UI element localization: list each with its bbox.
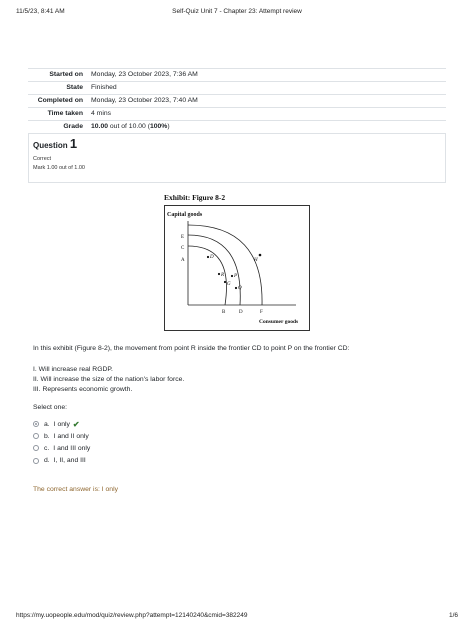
point-q-marker <box>234 286 238 290</box>
summary-row-completed: Completed on Monday, 23 October 2023, 7:… <box>28 95 446 108</box>
correct-check-icon: ✔ <box>72 419 80 429</box>
summary-value: Monday, 23 October 2023, 7:40 AM <box>91 97 198 104</box>
summary-row-state: State Finished <box>28 82 446 95</box>
y-axis-label: Capital goods <box>167 212 203 218</box>
statements-list: I. Will increase real RGDP. II. Will inc… <box>33 365 184 395</box>
print-footer: https://my.uopeople.edu/mod/quiz/review.… <box>16 612 458 624</box>
print-url: https://my.uopeople.edu/mod/quiz/review.… <box>16 612 248 619</box>
select-one-prompt: Select one: <box>33 404 68 411</box>
exhibit-figure: Exhibit: Figure 8-2 Capital goods Consum… <box>164 193 310 331</box>
statement-item: I. Will increase real RGDP. <box>33 366 113 373</box>
grade-close: ) <box>167 123 170 130</box>
grade-percent: 100% <box>149 123 168 130</box>
point-label-h: H <box>253 258 258 263</box>
option-c[interactable]: c. I and III only <box>33 442 90 454</box>
question-prefix: Question <box>33 141 70 150</box>
correct-answer-feedback: The correct answer is: I only <box>33 486 118 493</box>
option-letter: a. <box>44 420 50 428</box>
tick-d: D <box>239 310 243 315</box>
radio-button-b[interactable] <box>33 433 39 440</box>
tick-a: A <box>181 258 185 263</box>
tick-e: E <box>181 235 184 240</box>
figure-title: Exhibit: Figure 8-2 <box>164 193 226 202</box>
summary-label: Completed on <box>37 97 83 104</box>
option-text: I only <box>53 420 70 428</box>
question-mark: Mark 1.00 out of 1.00 <box>33 165 85 171</box>
frontier-cd <box>187 234 241 306</box>
print-page-number: 1/6 <box>448 612 458 619</box>
summary-grade-value: 10.00 out of 10.00 (100%) <box>88 121 446 133</box>
summary-value: Finished <box>91 84 117 91</box>
radio-button-c[interactable] <box>33 445 39 452</box>
option-b[interactable]: b. I and II only <box>33 430 90 442</box>
print-header: Self-Quiz Unit 7 - Chapter 23: Attempt r… <box>16 8 458 20</box>
option-a[interactable]: a. I only ✔ <box>33 418 90 430</box>
answer-options: a. I only ✔ b. I and II only c. I and II… <box>33 418 90 467</box>
option-text: I, II, and III <box>53 457 86 465</box>
attempt-summary-table: Started on Monday, 23 October 2023, 7:36… <box>28 68 446 134</box>
option-text: I and II only <box>53 432 89 440</box>
point-r-marker <box>217 272 221 276</box>
summary-label: Grade <box>63 123 83 130</box>
ppf-diagram: Capital goods Consumer goods E C A B D F… <box>164 205 310 331</box>
tick-b: B <box>222 310 226 315</box>
summary-row-started: Started on Monday, 23 October 2023, 7:36… <box>28 69 446 82</box>
option-letter: c. <box>44 444 50 452</box>
statement-item: II. Will increase the size of the nation… <box>33 376 185 383</box>
x-axis-label: Consumer goods <box>259 319 298 325</box>
print-page-title: Self-Quiz Unit 7 - Chapter 23: Attempt r… <box>172 8 302 15</box>
point-label-q: Q <box>238 286 242 291</box>
frontier-ef <box>187 224 263 306</box>
question-title: Question 1 <box>33 136 441 152</box>
point-label-r: R <box>220 273 224 278</box>
point-a-marker <box>206 255 210 259</box>
question-text: In this exhibit (Figure 8-2), the moveme… <box>33 345 350 352</box>
grade-rest: out of 10.00 ( <box>108 123 150 130</box>
point-g-marker <box>223 280 227 284</box>
option-d[interactable]: d. I, II, and III <box>33 455 90 467</box>
summary-label: State <box>66 84 83 91</box>
tick-f: F <box>260 310 263 315</box>
point-label-p: P <box>233 274 237 279</box>
grade-score: 10.00 <box>91 123 109 130</box>
statement-item: III. Represents economic growth. <box>33 386 133 393</box>
point-p-marker <box>230 274 234 278</box>
summary-value: 4 mins <box>91 110 112 117</box>
point-label-g: G <box>227 282 231 287</box>
summary-value: Monday, 23 October 2023, 7:36 AM <box>91 71 198 78</box>
point-label-d: D <box>209 255 214 260</box>
question-number: 1 <box>69 136 78 151</box>
option-letter: b. <box>44 432 50 440</box>
tick-c: C <box>181 246 185 251</box>
question-info-box: Question 1 Correct Mark 1.00 out of 1.00 <box>28 133 446 183</box>
radio-button-a[interactable] <box>33 421 39 428</box>
option-text: I and III only <box>53 444 91 452</box>
summary-label: Started on <box>49 71 83 78</box>
print-datetime: 11/5/23, 8:41 AM <box>16 8 65 15</box>
point-h-marker <box>258 253 262 257</box>
option-letter: d. <box>44 457 50 465</box>
radio-button-d[interactable] <box>33 457 39 464</box>
summary-row-time-taken: Time taken 4 mins <box>28 108 446 121</box>
question-state: Correct <box>33 156 52 162</box>
summary-label: Time taken <box>47 110 83 117</box>
